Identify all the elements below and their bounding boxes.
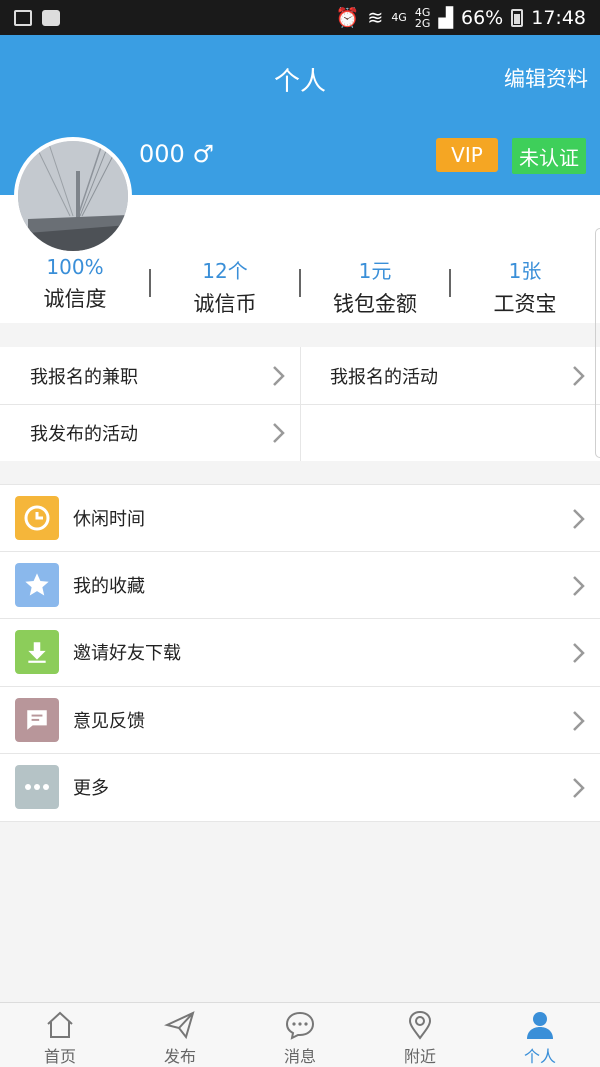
my-registered-jobs[interactable]: 我报名的兼职 bbox=[0, 347, 300, 404]
stat-value: 12个 bbox=[202, 259, 248, 283]
star-icon bbox=[15, 562, 59, 607]
my-published-activities[interactable]: 我发布的活动 bbox=[0, 404, 300, 461]
activity-grid: 我报名的兼职 我报名的活动 我发布的活动 bbox=[0, 347, 600, 461]
avatar[interactable] bbox=[14, 137, 132, 255]
menu-item-feedback[interactable]: 意见反馈 bbox=[0, 687, 600, 754]
alarm-icon: ⏰ bbox=[335, 7, 360, 29]
chevron-right-icon bbox=[573, 575, 585, 596]
stat-value: 100% bbox=[46, 255, 104, 279]
menu-label: 休闲时间 bbox=[73, 508, 145, 530]
divider bbox=[300, 347, 301, 461]
chevron-right-icon bbox=[573, 366, 585, 386]
send-icon bbox=[164, 1011, 195, 1040]
nav-profile[interactable]: 个人 bbox=[480, 1003, 600, 1067]
download-icon bbox=[15, 630, 59, 675]
nav-messages[interactable]: 消息 bbox=[240, 1003, 360, 1067]
grid-label: 我报名的兼职 bbox=[30, 366, 138, 388]
nav-home[interactable]: 首页 bbox=[0, 1003, 120, 1067]
username: 000 ♂ bbox=[139, 140, 214, 168]
menu-label: 更多 bbox=[73, 778, 109, 800]
network-4g-label: 4G bbox=[391, 11, 407, 24]
battery-icon bbox=[511, 8, 524, 27]
certification-badge[interactable]: 未认证 bbox=[512, 138, 586, 174]
network-2g-label: 2G bbox=[414, 16, 431, 30]
menu-item-leisure[interactable]: 休闲时间 bbox=[0, 484, 600, 552]
person-icon bbox=[527, 1012, 553, 1039]
my-registered-activities[interactable]: 我报名的活动 bbox=[300, 347, 600, 404]
stat-value: 1张 bbox=[508, 259, 542, 283]
gallery-icon bbox=[14, 9, 32, 26]
nav-publish[interactable]: 发布 bbox=[120, 1003, 240, 1067]
grid-label: 我发布的活动 bbox=[30, 423, 138, 445]
message-icon bbox=[285, 1011, 315, 1040]
menu-list: 休闲时间 我的收藏 邀请好友下载 意见反馈 更多 bbox=[0, 484, 600, 822]
stat-coins[interactable]: 12个 诚信币 bbox=[150, 255, 300, 318]
menu-label: 我的收藏 bbox=[73, 575, 145, 597]
wifi-icon: ≋ bbox=[367, 6, 384, 29]
stat-label: 诚信度 bbox=[43, 287, 107, 311]
nav-label: 消息 bbox=[283, 1047, 316, 1066]
menu-label: 意见反馈 bbox=[73, 710, 145, 732]
menu-item-favorites[interactable]: 我的收藏 bbox=[0, 552, 600, 619]
clock-time: 17:48 bbox=[531, 6, 586, 29]
nav-label: 发布 bbox=[163, 1047, 196, 1066]
menu-item-more[interactable]: 更多 bbox=[0, 754, 600, 822]
chat-notification-icon bbox=[42, 9, 60, 26]
edit-profile-button[interactable]: 编辑资料 bbox=[504, 63, 588, 93]
battery-percent: 66% bbox=[461, 6, 504, 29]
vip-badge[interactable]: VIP bbox=[436, 138, 498, 172]
network-4g-label-2: 4G bbox=[414, 5, 431, 19]
chevron-right-icon bbox=[573, 778, 585, 798]
grid-label: 我报名的活动 bbox=[330, 366, 438, 388]
chevron-right-icon bbox=[573, 643, 585, 663]
menu-label: 邀请好友下载 bbox=[73, 643, 181, 665]
status-bar: ⏰ ≋ 4G 4G 2G ▟ 66% 17:48 bbox=[0, 0, 600, 35]
chevron-right-icon bbox=[273, 423, 285, 443]
bottom-nav: 首页 发布 消息 附近 个人 bbox=[0, 1002, 600, 1067]
stat-value: 1元 bbox=[358, 259, 392, 283]
more-icon bbox=[15, 765, 59, 810]
chevron-right-icon bbox=[573, 509, 585, 529]
stat-label: 钱包金额 bbox=[333, 292, 417, 316]
chevron-right-icon bbox=[273, 366, 285, 386]
scrollbar[interactable] bbox=[595, 228, 600, 458]
stat-label: 工资宝 bbox=[493, 292, 557, 316]
menu-item-invite[interactable]: 邀请好友下载 bbox=[0, 619, 600, 687]
stat-wallet[interactable]: 1元 钱包金额 bbox=[300, 255, 450, 318]
nav-nearby[interactable]: 附近 bbox=[360, 1003, 480, 1067]
stat-label: 诚信币 bbox=[193, 292, 257, 316]
stat-salary-card[interactable]: 1张 工资宝 bbox=[450, 255, 600, 318]
feedback-icon bbox=[15, 697, 59, 742]
clock-icon bbox=[15, 495, 59, 540]
signal-icon: ▟ bbox=[438, 6, 453, 29]
home-icon bbox=[47, 1011, 73, 1038]
stat-credibility[interactable]: 100% 诚信度 bbox=[0, 255, 150, 313]
nav-label: 附近 bbox=[403, 1047, 436, 1066]
nav-label: 首页 bbox=[43, 1047, 76, 1066]
location-icon bbox=[408, 1010, 432, 1040]
nav-label: 个人 bbox=[523, 1047, 556, 1066]
chevron-right-icon bbox=[573, 710, 585, 731]
avatar-image bbox=[18, 141, 128, 251]
